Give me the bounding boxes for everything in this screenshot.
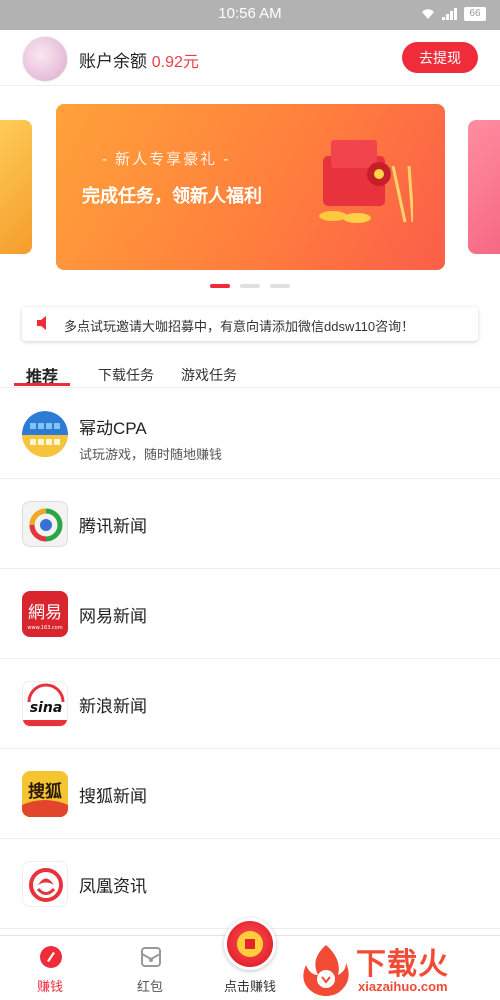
task-list: 幂动CPA 试玩游戏，随时随地赚钱 腾讯新闻 網易 www.163.com 网易…: [0, 389, 500, 929]
task-tabs: 推荐 下载任务 游戏任务: [0, 360, 500, 388]
banner-slide[interactable]: - 新人专享豪礼 - 完成任务，领新人福利: [56, 104, 445, 270]
list-item[interactable]: 幂动CPA 试玩游戏，随时随地赚钱: [0, 389, 500, 479]
sohu-news-icon: 搜狐: [22, 771, 68, 817]
sohu-logo-text: 搜狐: [28, 781, 62, 802]
nav-click-earn-label[interactable]: 点击赚钱: [200, 976, 300, 995]
avatar[interactable]: [22, 36, 68, 82]
carousel-dot[interactable]: [240, 284, 260, 288]
watermark-url: xiazaihuo.com: [358, 979, 448, 994]
nav-earn[interactable]: 赚钱: [0, 936, 100, 1000]
account-header: 账户余额 0.92元 去提现: [0, 30, 500, 86]
flame-logo-icon: [303, 945, 349, 996]
list-item[interactable]: 搜狐 搜狐新闻: [0, 749, 500, 839]
carousel-dot[interactable]: [270, 284, 290, 288]
notice-text: 多点试玩邀请大咖招募中，有意向请添加微信ddsw110咨询！: [64, 319, 415, 334]
nav-red-packet-label: 红包: [136, 979, 163, 994]
carousel-dot-active[interactable]: [210, 284, 230, 288]
banner-subtitle: - 新人专享豪礼 -: [102, 151, 231, 168]
task-title: 搜狐新闻: [79, 787, 147, 806]
red-packet-icon: [141, 947, 161, 967]
nav-red-packet[interactable]: 红包: [100, 936, 200, 1000]
signal-icon: [442, 8, 457, 20]
tab-active-indicator: [14, 383, 70, 386]
tencent-news-icon: [22, 501, 68, 547]
watermark-brand: 下载火: [356, 948, 449, 981]
task-desc: 试玩游戏，随时随地赚钱: [79, 447, 223, 462]
netease-logo-text: 網易: [28, 603, 62, 623]
carousel-indicator: [0, 284, 500, 288]
task-title: 新浪新闻: [79, 697, 147, 716]
wifi-icon: [422, 9, 434, 19]
banner-carousel[interactable]: - 新人专享豪礼 - 完成任务，领新人福利: [0, 100, 500, 270]
notice-bar[interactable]: 多点试玩邀请大咖招募中，有意向请添加微信ddsw110咨询！: [22, 307, 478, 341]
banner-prev-slide[interactable]: [0, 120, 32, 254]
banner-title: 完成任务，领新人福利: [82, 186, 262, 206]
task-title: 网易新闻: [79, 607, 147, 626]
task-title: 凤凰资讯: [79, 877, 147, 896]
pen-icon: [40, 946, 62, 968]
coin-icon[interactable]: [224, 918, 276, 970]
nav-earn-label: 赚钱: [36, 979, 63, 994]
ifeng-news-icon: [22, 861, 68, 907]
tab-download-tasks[interactable]: 下载任务: [98, 365, 154, 385]
sina-logo-text: sina: [30, 700, 63, 716]
list-item[interactable]: 網易 www.163.com 网易新闻: [0, 569, 500, 659]
sina-news-icon: sina: [22, 681, 68, 727]
banner-next-slide[interactable]: [468, 120, 500, 254]
red-wallet-icon: [319, 140, 413, 223]
battery-icon: 66: [464, 7, 486, 21]
list-item[interactable]: sina 新浪新闻: [0, 659, 500, 749]
task-title: 腾讯新闻: [79, 517, 147, 536]
balance-amount: 0.92元: [151, 54, 199, 71]
list-item[interactable]: 凤凰资讯: [0, 839, 500, 929]
withdraw-button[interactable]: 去提现: [402, 42, 478, 73]
midong-cpa-icon: [22, 411, 68, 457]
speaker-icon: [37, 316, 46, 330]
tab-game-tasks[interactable]: 游戏任务: [181, 365, 237, 385]
balance-label: 账户余额: [79, 52, 147, 71]
netease-logo-url: www.163.com: [27, 625, 62, 631]
list-item[interactable]: 腾讯新闻: [0, 479, 500, 569]
site-watermark: 下载火 xiazaihuo.com: [296, 935, 500, 1000]
netease-news-icon: 網易 www.163.com: [22, 591, 68, 637]
status-bar: 10:56 AM 66: [0, 0, 500, 30]
task-title: 幂动CPA: [79, 419, 147, 438]
